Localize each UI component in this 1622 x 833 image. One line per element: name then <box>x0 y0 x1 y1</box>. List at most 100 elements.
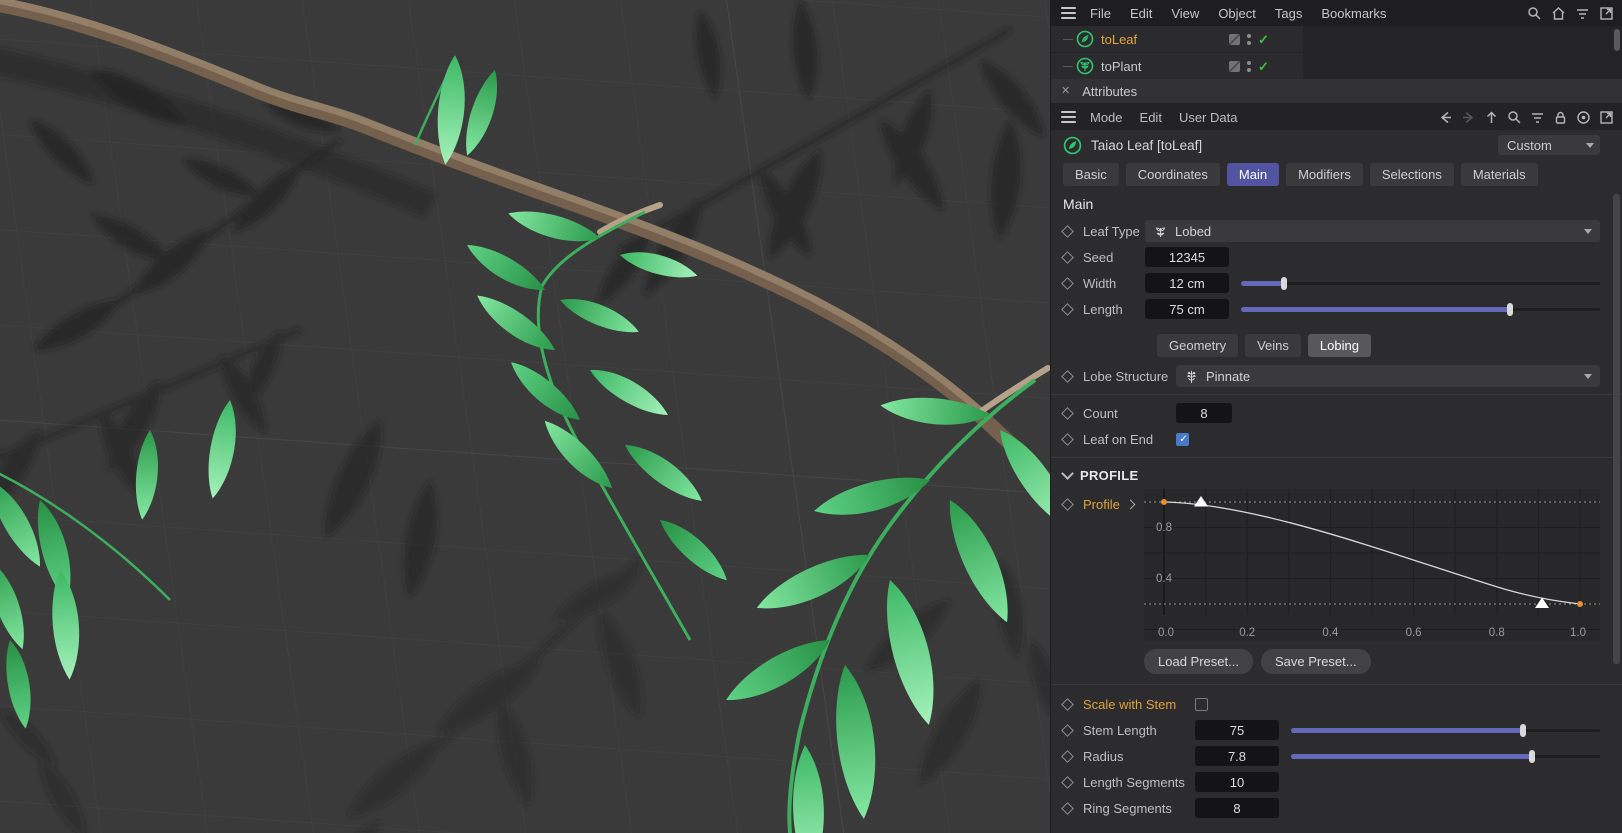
seed-input[interactable]: 12345 <box>1145 247 1229 267</box>
menu-tags[interactable]: Tags <box>1275 6 1302 21</box>
object-manager-scrollbar[interactable] <box>1614 28 1620 74</box>
menu-edit[interactable]: Edit <box>1140 110 1162 125</box>
tab-coordinates[interactable]: Coordinates <box>1125 163 1220 186</box>
home-icon[interactable] <box>1551 6 1566 21</box>
count-input[interactable]: 8 <box>1176 403 1232 423</box>
enabled-check-icon[interactable]: ✓ <box>1258 33 1269 46</box>
profile-curve-editor[interactable]: 0.8 0.4 0.0 0.2 0.4 0.6 0.8 1.0 <box>1144 489 1600 641</box>
length-segments-input[interactable]: 10 <box>1195 772 1279 792</box>
profile-label[interactable]: Profile <box>1083 497 1120 512</box>
diamond-bullet-icon[interactable] <box>1061 369 1074 383</box>
object-title: Taiao Leaf [toLeaf] <box>1091 137 1203 153</box>
diamond-bullet-icon[interactable] <box>1061 302 1074 316</box>
tab-main[interactable]: Main <box>1226 163 1280 186</box>
attributes-body: Main Leaf Type Lobed Seed 12345 Width 12… <box>1051 192 1622 833</box>
diamond-bullet-icon[interactable] <box>1061 697 1074 711</box>
lobe-structure-dropdown[interactable]: Pinnate <box>1176 365 1600 387</box>
tab-selections[interactable]: Selections <box>1369 163 1454 186</box>
close-icon[interactable]: ✕ <box>1061 85 1070 97</box>
curve-point-start[interactable] <box>1161 499 1167 505</box>
diamond-bullet-icon[interactable] <box>1061 801 1074 815</box>
chevron-right-icon <box>1125 499 1136 510</box>
tab-basic[interactable]: Basic <box>1063 163 1119 186</box>
object-row-toplant[interactable]: toPlant ✓ <box>1051 52 1622 79</box>
diamond-bullet-icon[interactable] <box>1061 723 1074 737</box>
back-icon[interactable] <box>1438 110 1453 125</box>
length-input[interactable]: 75 cm <box>1145 299 1229 319</box>
hamburger-menu-icon[interactable] <box>1061 7 1076 19</box>
slider-handle[interactable] <box>1507 303 1514 316</box>
plant-circle-icon[interactable] <box>1076 57 1094 75</box>
diamond-bullet-icon[interactable] <box>1061 498 1074 511</box>
editor-render-dots-icon[interactable] <box>1247 33 1251 45</box>
lobing-subtabs: Geometry Veins Lobing <box>1051 328 1622 363</box>
hamburger-menu-icon[interactable] <box>1061 111 1076 123</box>
focus-icon[interactable] <box>1576 110 1591 125</box>
search-icon[interactable] <box>1527 6 1542 21</box>
subtab-lobing[interactable]: Lobing <box>1307 334 1371 357</box>
expand-icon[interactable] <box>1599 110 1614 125</box>
width-input[interactable]: 12 cm <box>1145 273 1229 293</box>
stem-length-slider[interactable] <box>1291 723 1600 737</box>
menu-user-data[interactable]: User Data <box>1179 110 1238 125</box>
object-name[interactable]: toLeaf <box>1101 32 1229 47</box>
slider-handle[interactable] <box>1529 750 1536 763</box>
diamond-bullet-icon[interactable] <box>1061 406 1074 420</box>
menu-mode[interactable]: Mode <box>1090 110 1123 125</box>
subtab-geometry[interactable]: Geometry <box>1157 334 1239 357</box>
leaf-on-end-checkbox[interactable] <box>1176 432 1190 447</box>
length-slider[interactable] <box>1241 302 1600 316</box>
object-row-toleaf[interactable]: toLeaf ✓ <box>1051 26 1622 52</box>
width-slider[interactable] <box>1241 276 1600 290</box>
menu-view[interactable]: View <box>1171 6 1199 21</box>
viewport-3d[interactable] <box>0 0 1050 833</box>
field-row-radius: Radius 7.8 <box>1051 743 1622 769</box>
chevron-down-icon <box>1061 467 1074 480</box>
expand-icon[interactable] <box>1599 6 1614 21</box>
menu-bookmarks[interactable]: Bookmarks <box>1321 6 1386 21</box>
curve-point-end[interactable] <box>1577 601 1583 607</box>
radius-input[interactable]: 7.8 <box>1195 746 1279 766</box>
diamond-bullet-icon[interactable] <box>1061 432 1074 446</box>
attributes-scrollbar[interactable] <box>1613 192 1620 833</box>
chevron-down-icon <box>1584 228 1592 234</box>
profile-group-header[interactable]: PROFILE <box>1051 463 1622 487</box>
menu-object[interactable]: Object <box>1218 6 1256 21</box>
preset-dropdown-value: Custom <box>1507 137 1552 153</box>
attribute-tabs: Basic Coordinates Main Modifiers Selecti… <box>1051 160 1622 192</box>
menu-file[interactable]: File <box>1090 6 1111 21</box>
editor-render-dots-icon[interactable] <box>1247 60 1251 72</box>
visibility-toggle-icon[interactable] <box>1229 60 1240 72</box>
stem-length-input[interactable]: 75 <box>1195 720 1279 740</box>
diamond-bullet-icon[interactable] <box>1061 749 1074 763</box>
scale-with-stem-checkbox[interactable] <box>1195 697 1208 711</box>
enabled-check-icon[interactable]: ✓ <box>1258 60 1269 73</box>
menu-edit[interactable]: Edit <box>1130 6 1152 21</box>
diamond-bullet-icon[interactable] <box>1061 224 1074 238</box>
filter-icon[interactable] <box>1530 110 1545 125</box>
lock-icon[interactable] <box>1553 110 1568 125</box>
load-preset-button[interactable]: Load Preset... <box>1144 649 1253 674</box>
tab-materials[interactable]: Materials <box>1460 163 1538 186</box>
leaf-circle-icon[interactable] <box>1076 30 1094 48</box>
leaf-type-dropdown[interactable]: Lobed <box>1145 220 1600 242</box>
diamond-bullet-icon[interactable] <box>1061 775 1074 789</box>
diamond-bullet-icon[interactable] <box>1061 276 1074 290</box>
slider-handle[interactable] <box>1281 277 1288 290</box>
field-label: Stem Length <box>1083 722 1157 738</box>
ring-segments-input[interactable]: 8 <box>1195 798 1279 818</box>
visibility-toggle-icon[interactable] <box>1229 33 1240 45</box>
forward-icon[interactable] <box>1461 110 1476 125</box>
subtab-veins[interactable]: Veins <box>1245 334 1301 357</box>
radius-slider[interactable] <box>1291 749 1600 763</box>
object-name[interactable]: toPlant <box>1101 59 1229 74</box>
slider-handle[interactable] <box>1519 724 1526 737</box>
save-preset-button[interactable]: Save Preset... <box>1260 649 1371 674</box>
up-icon[interactable] <box>1484 110 1499 125</box>
tab-modifiers[interactable]: Modifiers <box>1286 163 1363 186</box>
search-icon[interactable] <box>1507 110 1522 125</box>
object-header: Taiao Leaf [toLeaf] Custom <box>1051 130 1622 160</box>
diamond-bullet-icon[interactable] <box>1061 250 1074 264</box>
filter-icon[interactable] <box>1575 6 1590 21</box>
preset-dropdown[interactable]: Custom <box>1498 135 1600 155</box>
